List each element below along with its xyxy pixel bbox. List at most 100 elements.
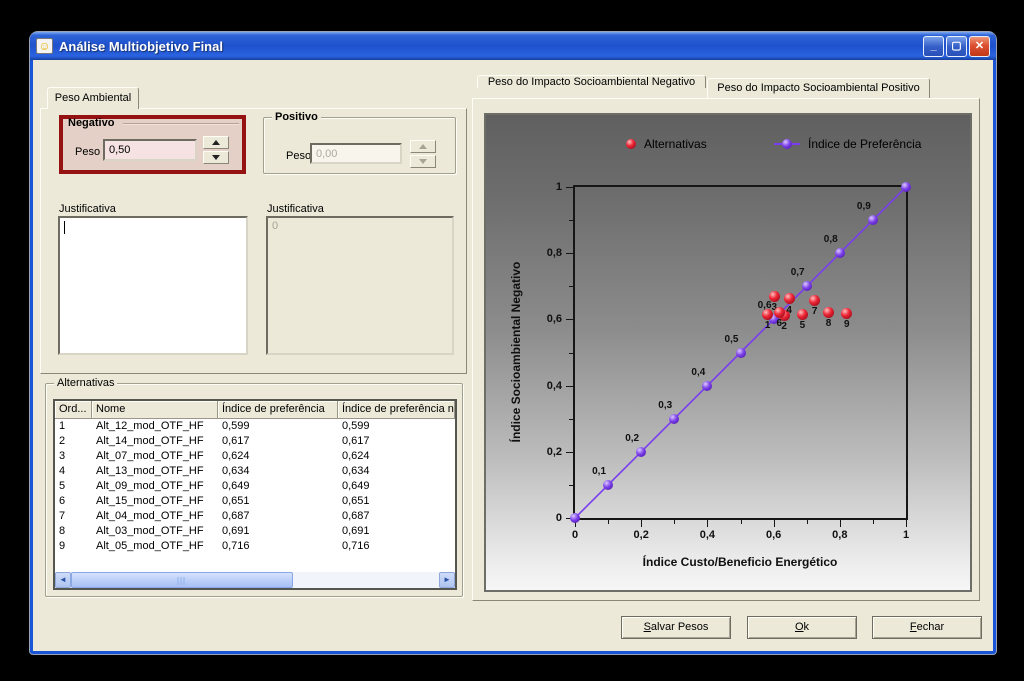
justificativa-positivo-label: Justificativa — [267, 203, 324, 215]
preference-point-label: 0,4 — [691, 366, 705, 377]
table-cell: Alt_07_mod_OTF_HF — [92, 449, 218, 464]
alternative-point — [769, 291, 780, 302]
table-row[interactable]: 1Alt_12_mod_OTF_HF0,5990,599 — [55, 419, 455, 434]
text-cursor — [64, 221, 65, 234]
positivo-group: Positivo Peso — [263, 117, 456, 174]
tab-impacto-positivo[interactable]: Peso do Impacto Socioambiental Positivo — [707, 78, 930, 98]
alternative-point — [774, 307, 785, 318]
table-cell: 2 — [55, 434, 92, 449]
negativo-group-title: Negativo — [68, 117, 114, 129]
table-cell: 5 — [55, 479, 92, 494]
alternativas-group-title: Alternativas — [54, 377, 117, 389]
table-cell: Alt_09_mod_OTF_HF — [92, 479, 218, 494]
alternativas-table: Ord...NomeÍndice de preferênciaÍndice de… — [53, 399, 457, 590]
down-arrow-icon — [212, 155, 220, 160]
table-row[interactable]: 9Alt_05_mod_OTF_HF0,7160,716 — [55, 539, 455, 554]
preference-point — [702, 381, 712, 391]
x-minor-tick — [873, 520, 874, 524]
preference-point-label: 0,7 — [791, 267, 805, 278]
table-row[interactable]: 7Alt_04_mod_OTF_HF0,6870,687 — [55, 509, 455, 524]
ok-button[interactable]: Ok — [747, 616, 857, 639]
positivo-peso-input — [310, 143, 402, 164]
horizontal-scrollbar[interactable]: ◄ ► — [55, 572, 455, 588]
x-minor-tick — [608, 520, 609, 524]
preference-point-label: 0,1 — [592, 466, 606, 477]
preference-point-label: 0,9 — [857, 201, 871, 212]
table-cell: Alt_15_mod_OTF_HF — [92, 494, 218, 509]
table-row[interactable]: 5Alt_09_mod_OTF_HF0,6490,649 — [55, 479, 455, 494]
y-minor-tick — [569, 353, 573, 354]
table-cell: 1 — [55, 419, 92, 434]
table-row[interactable]: 4Alt_13_mod_OTF_HF0,6340,634 — [55, 464, 455, 479]
table-row[interactable]: 8Alt_03_mod_OTF_HF0,6910,691 — [55, 524, 455, 539]
alternative-point — [784, 293, 795, 304]
table-cell: 0,617 — [218, 434, 338, 449]
table-cell: 0,624 — [218, 449, 338, 464]
spin-up-button — [410, 140, 436, 153]
fechar-button[interactable]: Fechar — [872, 616, 982, 639]
table-row[interactable]: 6Alt_15_mod_OTF_HF0,6510,651 — [55, 494, 455, 509]
scrollbar-track[interactable] — [71, 572, 439, 588]
scrollbar-grip — [178, 577, 187, 585]
preference-point-label: 0,2 — [625, 433, 639, 444]
plot-area: 00,20,40,60,8100,20,40,60,810,10,20,30,4… — [573, 185, 908, 520]
preference-point-label: 0,3 — [658, 399, 672, 410]
alternative-point-label: 1 — [765, 320, 771, 331]
justificativa-negativo-textarea[interactable] — [58, 216, 248, 355]
maximize-button[interactable]: ▢ — [946, 36, 967, 57]
alternative-point-label: 5 — [800, 320, 806, 331]
table-cell: 8 — [55, 524, 92, 539]
alternativas-group: Alternativas Ord...NomeÍndice de preferê… — [45, 383, 463, 597]
minimize-button[interactable]: _ — [923, 36, 944, 57]
column-header-1[interactable]: Nome — [92, 401, 218, 419]
title-bar[interactable]: ☺ Análise Multiobjetivo Final _ ▢ ✕ — [30, 32, 996, 60]
table-cell: 0,634 — [218, 464, 338, 479]
y-tick-label: 0,2 — [547, 446, 562, 458]
app-icon: ☺ — [36, 38, 53, 54]
table-cell: 0,599 — [218, 419, 338, 434]
tab-impacto-negativo[interactable]: Peso do Impacto Socioambiental Negativo — [477, 75, 706, 88]
negativo-peso-label: Peso — [75, 146, 100, 158]
table-header-row: Ord...NomeÍndice de preferênciaÍndice de… — [55, 401, 455, 419]
x-major-tick — [707, 520, 708, 527]
preference-point-label: 0,5 — [725, 333, 739, 344]
tab-peso-ambiental[interactable]: Peso Ambiental — [47, 87, 139, 109]
x-major-tick — [774, 520, 775, 527]
scroll-right-button[interactable]: ► — [439, 572, 455, 588]
table-cell: 4 — [55, 464, 92, 479]
y-minor-tick — [569, 220, 573, 221]
negativo-peso-spinner[interactable] — [203, 136, 229, 164]
table-cell: 0,691 — [338, 524, 455, 539]
salvar-pesos-button[interactable]: Salvar Pesos — [621, 616, 731, 639]
close-button[interactable]: ✕ — [969, 36, 990, 57]
table-cell: 0,651 — [218, 494, 338, 509]
alternative-point-label: 9 — [844, 319, 850, 330]
table-cell: 0,687 — [218, 509, 338, 524]
x-tick-label: 0,8 — [832, 529, 847, 541]
table-cell: Alt_03_mod_OTF_HF — [92, 524, 218, 539]
table-cell: 0,617 — [338, 434, 455, 449]
y-major-tick — [566, 253, 573, 254]
y-tick-label: 0,8 — [547, 247, 562, 259]
column-header-3[interactable]: Índice de preferência n — [338, 401, 455, 419]
y-major-tick — [566, 319, 573, 320]
spin-up-button[interactable] — [203, 136, 229, 149]
legend-label: Alternativas — [644, 137, 707, 151]
negativo-peso-input[interactable] — [103, 139, 197, 161]
y-tick-label: 0,6 — [547, 313, 562, 325]
table-row[interactable]: 2Alt_14_mod_OTF_HF0,6170,617 — [55, 434, 455, 449]
negativo-group-highlighted: Negativo Peso — [59, 115, 246, 174]
groupbox-line — [123, 123, 239, 124]
table-cell: 0,687 — [338, 509, 455, 524]
table-row[interactable]: 3Alt_07_mod_OTF_HF0,6240,624 — [55, 449, 455, 464]
scroll-left-button[interactable]: ◄ — [55, 572, 71, 588]
scrollbar-thumb[interactable] — [71, 572, 293, 588]
spin-down-button[interactable] — [203, 151, 229, 164]
justificativa-positivo-text: 0 — [272, 220, 278, 232]
screen-background: ☺ Análise Multiobjetivo Final _ ▢ ✕ Peso… — [0, 0, 1024, 681]
column-header-0[interactable]: Ord... — [55, 401, 92, 419]
alternative-point — [797, 309, 808, 320]
alternative-point — [809, 295, 820, 306]
column-header-2[interactable]: Índice de preferência — [218, 401, 338, 419]
y-tick-label: 0,4 — [547, 380, 562, 392]
